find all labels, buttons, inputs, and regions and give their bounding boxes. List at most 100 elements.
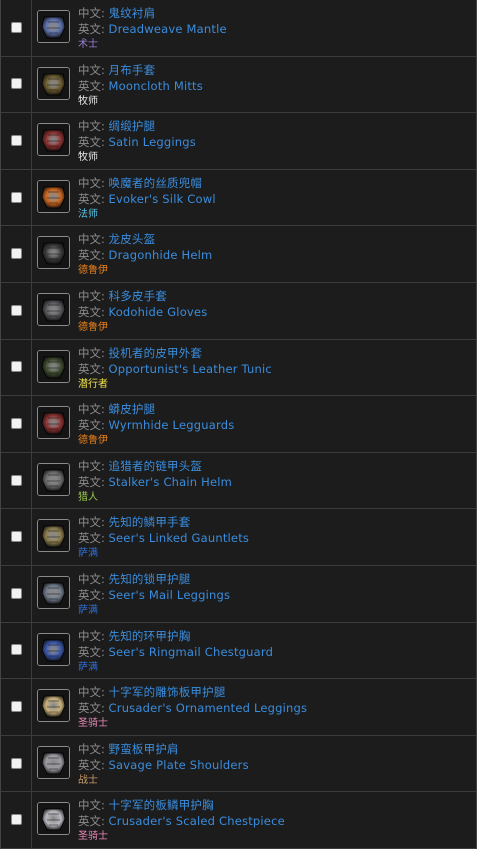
item-name-english[interactable]: Kodohide Gloves (109, 305, 208, 319)
item-name-chinese[interactable]: 科多皮手套 (109, 289, 168, 303)
chinese-label: 中文: (78, 62, 109, 77)
item-name-english[interactable]: Satin Leggings (109, 135, 196, 149)
english-label: 英文: (78, 814, 109, 829)
select-checkbox[interactable] (11, 21, 22, 33)
item-name-chinese[interactable]: 追猎者的链甲头盔 (109, 459, 203, 473)
cowl-icon[interactable] (37, 179, 70, 213)
chain-helm-icon[interactable] (37, 462, 70, 496)
item-name-chinese[interactable]: 唤魔者的丝质兜帽 (109, 176, 203, 190)
item-name-chinese[interactable]: 鬼纹衬肩 (109, 6, 156, 20)
class-label: 猎人 (78, 491, 98, 503)
chinese-label: 中文: (78, 175, 109, 190)
chinese-label: 中文: (78, 798, 109, 813)
item-name-english[interactable]: Savage Plate Shoulders (109, 758, 249, 772)
gloves-icon[interactable] (37, 292, 70, 326)
plate-leggings-icon[interactable] (37, 689, 70, 723)
chestguard-icon[interactable] (37, 632, 70, 666)
english-label: 英文: (78, 531, 109, 546)
item-row[interactable]: 中文: 绸缎护腿 英文: Satin Leggings 牧师 (1, 113, 476, 170)
item-name-chinese[interactable]: 绸缎护腿 (109, 119, 156, 133)
mitts-icon[interactable] (37, 66, 70, 100)
item-name-chinese[interactable]: 月布手套 (109, 63, 156, 77)
item-row[interactable]: 中文: 投机者的皮甲外套 英文: Opportunist's Leather Tu… (1, 339, 476, 397)
item-name-chinese[interactable]: 先知的锁甲护腿 (109, 572, 191, 586)
select-checkbox[interactable] (11, 361, 22, 373)
item-name-chinese[interactable]: 十字军的板鳞甲护胸 (109, 798, 214, 812)
item-row[interactable]: 中文: 十字军的板鳞甲护胸 英文: Crusader's Scaled Chest… (1, 792, 476, 849)
item-name-chinese[interactable]: 野蛮板甲护肩 (109, 742, 179, 756)
item-name-english[interactable]: Dreadweave Mantle (109, 22, 227, 36)
item-name-english[interactable]: Seer's Linked Gauntlets (109, 531, 250, 545)
english-label: 英文: (78, 757, 109, 772)
select-checkbox[interactable] (11, 474, 22, 486)
english-label: 英文: (78, 248, 109, 263)
select-checkbox[interactable] (11, 587, 22, 599)
item-name-english[interactable]: Crusader's Ornamented Leggings (109, 701, 308, 715)
item-name-chinese[interactable]: 十字军的雕饰板甲护腿 (109, 685, 226, 699)
select-checkbox[interactable] (11, 248, 22, 260)
chinese-label: 中文: (78, 571, 109, 586)
select-checkbox[interactable] (11, 757, 22, 769)
item-row[interactable]: 中文: 先知的环甲护胸 英文: Seer's Ringmail Chestguar… (1, 622, 476, 680)
checkbox-cell (1, 226, 32, 282)
item-name-english[interactable]: Opportunist's Leather Tunic (109, 362, 272, 376)
select-checkbox[interactable] (11, 700, 22, 712)
chinese-label: 中文: (78, 119, 109, 134)
item-name-chinese[interactable]: 先知的环甲护胸 (109, 629, 191, 643)
class-label: 法师 (78, 208, 98, 220)
item-row[interactable]: 中文: 科多皮手套 英文: Kodohide Gloves 德鲁伊 (1, 282, 476, 340)
chinese-label: 中文: (78, 628, 109, 643)
item-name-chinese[interactable]: 投机者的皮甲外套 (109, 346, 203, 360)
item-name-english[interactable]: Crusader's Scaled Chestpiece (109, 814, 285, 828)
select-checkbox[interactable] (11, 78, 22, 90)
item-row[interactable]: 中文: 追猎者的链甲头盔 英文: Stalker's Chain Helm 猎人 (1, 452, 476, 510)
select-checkbox[interactable] (11, 191, 22, 203)
item-row[interactable]: 中文: 野蛮板甲护肩 英文: Savage Plate Shoulders 战士 (1, 735, 476, 793)
item-name-english[interactable]: Evoker's Silk Cowl (109, 192, 216, 206)
item-name-english[interactable]: Mooncloth Mitts (109, 79, 203, 93)
checkbox-cell (1, 735, 32, 792)
gauntlets-icon[interactable] (37, 519, 70, 553)
checkbox-cell (1, 622, 32, 679)
helm-icon[interactable] (37, 236, 70, 270)
item-row[interactable]: 中文: 先知的锁甲护腿 英文: Seer's Mail Leggings 萨满 (1, 565, 476, 623)
select-checkbox[interactable] (11, 304, 22, 316)
item-row[interactable]: 中文: 十字军的雕饰板甲护腿 英文: Crusader's Ornamented … (1, 679, 476, 736)
class-label: 圣骑士 (78, 718, 108, 730)
item-name-english[interactable]: Dragonhide Helm (109, 248, 213, 262)
select-checkbox[interactable] (11, 644, 22, 656)
chinese-label: 中文: (78, 232, 109, 247)
item-name-english[interactable]: Wyrmhide Legguards (109, 418, 235, 432)
select-checkbox[interactable] (11, 134, 22, 146)
class-label: 牧师 (78, 152, 98, 164)
class-label: 萨满 (78, 661, 98, 673)
item-name-chinese[interactable]: 蟒皮护腿 (109, 402, 156, 416)
mantle-icon[interactable] (37, 10, 70, 43)
item-name-english[interactable]: Seer's Mail Leggings (109, 588, 231, 602)
item-name-chinese[interactable]: 龙皮头盔 (109, 232, 156, 246)
item-name-english[interactable]: Stalker's Chain Helm (109, 475, 233, 489)
item-name-chinese[interactable]: 先知的鳞甲手套 (109, 515, 191, 529)
item-name-english[interactable]: Seer's Ringmail Chestguard (109, 645, 274, 659)
english-label: 英文: (78, 701, 109, 716)
checkbox-cell (1, 452, 32, 509)
english-label: 英文: (78, 418, 109, 433)
leggings-icon[interactable] (37, 123, 70, 157)
item-row[interactable]: 中文: 鬼纹衬肩 英文: Dreadweave Mantle 术士 (1, 0, 476, 57)
tunic-icon[interactable] (37, 349, 70, 383)
checkbox-cell (1, 0, 32, 56)
item-row[interactable]: 中文: 唤魔者的丝质兜帽 英文: Evoker's Silk Cowl 法师 (1, 169, 476, 227)
item-row[interactable]: 中文: 月布手套 英文: Mooncloth Mitts 牧师 (1, 56, 476, 114)
mail-leggings-icon[interactable] (37, 575, 70, 609)
checkbox-cell (1, 396, 32, 452)
select-checkbox[interactable] (11, 531, 22, 543)
item-row[interactable]: 中文: 先知的鳞甲手套 英文: Seer's Linked Gauntlets 萨满 (1, 509, 476, 566)
chestpiece-icon[interactable] (37, 802, 70, 836)
item-row[interactable]: 中文: 龙皮头盔 英文: Dragonhide Helm 德鲁伊 (1, 226, 476, 283)
select-checkbox[interactable] (11, 814, 22, 826)
select-checkbox[interactable] (11, 417, 22, 429)
legguards-icon[interactable] (37, 406, 70, 440)
checkbox-cell (1, 56, 32, 113)
item-row[interactable]: 中文: 蟒皮护腿 英文: Wyrmhide Legguards 德鲁伊 (1, 396, 476, 453)
shoulders-icon[interactable] (37, 745, 70, 779)
